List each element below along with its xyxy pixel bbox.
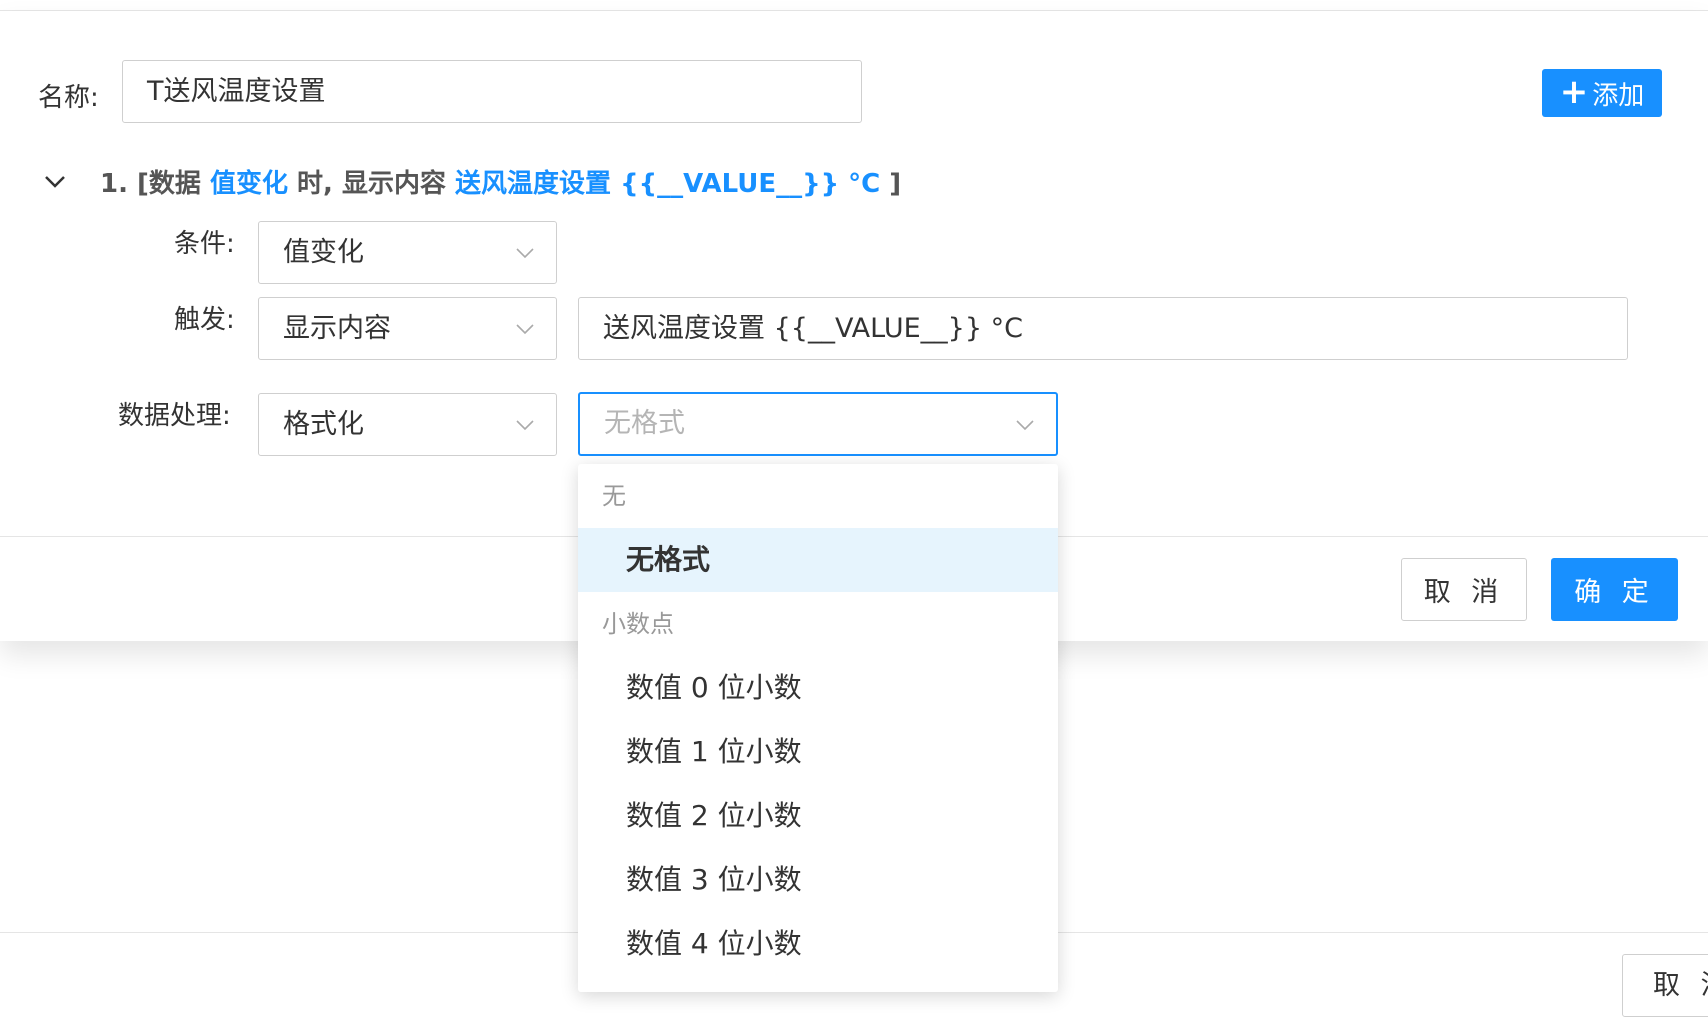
- format-select[interactable]: 无格式: [578, 392, 1058, 456]
- processing-select[interactable]: 格式化: [258, 393, 557, 456]
- rule-header[interactable]: 1. [数据 值变化 时, 显示内容 送风温度设置 {{__VALUE__}} …: [40, 161, 901, 201]
- processing-select-value: 格式化: [283, 409, 364, 440]
- page-cancel-button[interactable]: 取 消: [1622, 954, 1708, 1017]
- plus-icon: +: [1559, 71, 1589, 112]
- dropdown-option-no-format[interactable]: 无格式: [578, 528, 1058, 592]
- dropdown-option-2-decimals[interactable]: 数值 2 位小数: [578, 784, 1058, 848]
- processing-label: 数据处理:: [118, 401, 231, 431]
- trigger-label: 触发:: [174, 305, 235, 335]
- chevron-down-icon: [516, 248, 534, 259]
- condition-label: 条件:: [174, 229, 235, 259]
- format-dropdown-menu: 无 无格式 小数点 数值 0 位小数 数值 1 位小数 数值 2 位小数 数值 …: [578, 464, 1058, 992]
- dropdown-option-1-decimal[interactable]: 数值 1 位小数: [578, 720, 1058, 784]
- add-button-label: 添加: [1592, 80, 1645, 111]
- name-label: 名称:: [38, 83, 99, 113]
- trigger-content-input[interactable]: 送风温度设置 {{__VALUE__}} °C: [578, 297, 1628, 360]
- trigger-select[interactable]: 显示内容: [258, 297, 557, 360]
- modal-confirm-button[interactable]: 确 定: [1551, 558, 1678, 621]
- chevron-down-icon: [516, 420, 534, 431]
- trigger-select-value: 显示内容: [283, 313, 391, 344]
- condition-select-value: 值变化: [283, 237, 364, 268]
- name-input[interactable]: T送风温度设置: [122, 60, 862, 123]
- chevron-down-icon: [1016, 420, 1034, 431]
- dropdown-option-4-decimals[interactable]: 数值 4 位小数: [578, 912, 1058, 976]
- add-button[interactable]: + 添加: [1542, 69, 1662, 117]
- dropdown-option-0-decimals[interactable]: 数值 0 位小数: [578, 656, 1058, 720]
- dropdown-group-none: 无: [602, 482, 626, 510]
- chevron-down-icon: [516, 324, 534, 335]
- chevron-down-icon[interactable]: [40, 166, 70, 196]
- rule-summary: 1. [数据 值变化 时, 显示内容 送风温度设置 {{__VALUE__}} …: [100, 168, 902, 199]
- dropdown-group-decimal: 小数点: [602, 610, 674, 638]
- modal-cancel-button[interactable]: 取 消: [1401, 558, 1527, 621]
- condition-select[interactable]: 值变化: [258, 221, 557, 284]
- dropdown-option-3-decimals[interactable]: 数值 3 位小数: [578, 848, 1058, 912]
- format-select-placeholder: 无格式: [604, 408, 685, 439]
